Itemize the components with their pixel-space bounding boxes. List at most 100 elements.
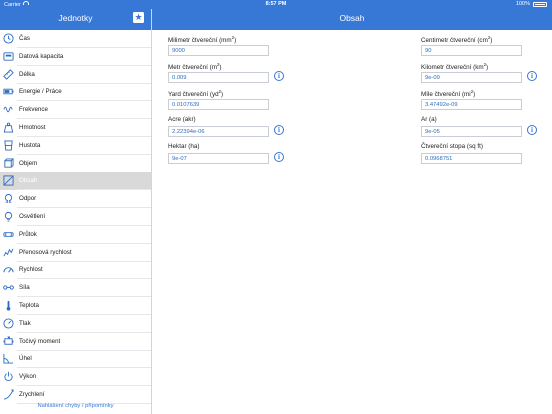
unit-suffix: ) bbox=[219, 64, 222, 72]
sidebar-item[interactable]: Průtok bbox=[0, 226, 151, 244]
unit-suffix: ) bbox=[490, 37, 493, 45]
unit-suffix: ) bbox=[234, 37, 237, 45]
sidebar-item-label: Hmotnost bbox=[19, 124, 46, 131]
battery-icon bbox=[3, 86, 14, 97]
sidebar: Čas Datová kapacita Délka Energie / Práce Fr… bbox=[0, 30, 151, 414]
sidebar-item[interactable]: Hustota bbox=[0, 137, 151, 155]
sidebar-item[interactable]: Teplota bbox=[0, 297, 151, 315]
sidebar-item[interactable]: Datová kapacita bbox=[0, 48, 151, 66]
unit-label: Ar (a) bbox=[421, 116, 437, 123]
sidebar-title: Jednotky bbox=[58, 13, 93, 23]
gauge-icon bbox=[3, 318, 14, 329]
value-input[interactable] bbox=[421, 99, 522, 110]
sidebar-item-label: Průtok bbox=[19, 230, 37, 238]
favorites-star-button[interactable]: ★ bbox=[133, 12, 144, 23]
unit-field: Míle čtvereční (mi2) bbox=[421, 89, 522, 110]
info-icon[interactable]: i bbox=[274, 152, 284, 162]
sidebar-item[interactable]: Úhel bbox=[0, 350, 151, 369]
info-icon[interactable]: i bbox=[274, 125, 284, 135]
unit-field: Čtvereční stopa (sq ft) bbox=[421, 143, 522, 164]
sidebar-item-label: Objem bbox=[19, 159, 38, 167]
sidebar-item[interactable]: Objem bbox=[0, 155, 151, 173]
star-icon: ★ bbox=[134, 12, 143, 22]
feedback-link[interactable]: Nahlášení chyby / připomínky bbox=[0, 403, 151, 409]
unit-suffix: ) bbox=[473, 91, 476, 99]
engine-icon bbox=[3, 336, 14, 347]
sidebar-item[interactable]: Točivý moment bbox=[0, 333, 151, 351]
value-input[interactable] bbox=[168, 126, 269, 137]
sidebar-item[interactable]: Obsah bbox=[0, 172, 151, 191]
sidebar-item[interactable]: Výkon bbox=[0, 368, 151, 387]
unit-name: Hektar (ha) bbox=[168, 143, 200, 150]
info-icon[interactable]: i bbox=[527, 125, 537, 135]
value-input[interactable] bbox=[168, 99, 269, 110]
info-icon[interactable]: i bbox=[527, 71, 537, 81]
pipe-icon bbox=[3, 229, 14, 240]
unit-suffix: ) bbox=[221, 91, 224, 99]
unit-name: Ar (a) bbox=[421, 116, 437, 123]
sidebar-navbar: Jednotky ★ bbox=[0, 9, 151, 30]
sidebar-item[interactable]: Čas bbox=[0, 30, 151, 48]
unit-label: Míle čtvereční (mi2) bbox=[421, 89, 475, 98]
bulb-icon bbox=[3, 211, 14, 222]
unit-name: Yard čtvereční (yd bbox=[168, 91, 219, 99]
split-divider bbox=[151, 9, 152, 414]
ruler-icon bbox=[3, 68, 14, 80]
value-input[interactable] bbox=[168, 153, 269, 164]
sidebar-item-label: Odpor bbox=[19, 195, 37, 203]
status-bar: Carrier 8:57 PM 100% bbox=[0, 0, 552, 9]
unit-field: Kilometr čtvereční (km2) i bbox=[421, 62, 537, 83]
status-time: 8:57 PM bbox=[265, 1, 287, 7]
sidebar-item-label: Síla bbox=[19, 284, 30, 292]
sidebar-item[interactable]: Tlak bbox=[0, 315, 151, 333]
unit-field: Centimetr čtvereční (cm2) bbox=[421, 35, 522, 56]
battery-icon bbox=[533, 2, 547, 7]
unit-label: Hektar (ha) bbox=[168, 143, 200, 150]
sidebar-item-label: Obsah bbox=[19, 177, 38, 185]
unit-label: Acre (akr) bbox=[168, 116, 196, 123]
storage-icon bbox=[3, 51, 14, 62]
sidebar-item[interactable]: Délka bbox=[0, 66, 151, 84]
thermometer-icon bbox=[3, 300, 14, 311]
unit-suffix: ) bbox=[486, 64, 489, 72]
value-input[interactable] bbox=[421, 72, 522, 83]
sidebar-item[interactable]: Osvětlení bbox=[0, 208, 151, 226]
unit-name: Milimetr čtvereční (mm bbox=[168, 37, 232, 45]
unit-label: Yard čtvereční (yd2) bbox=[168, 89, 223, 98]
unit-label: Centimetr čtvereční (cm2) bbox=[421, 35, 492, 44]
sidebar-item[interactable]: Frekvence bbox=[0, 101, 151, 120]
unit-label: Metr čtvereční (m2) bbox=[168, 62, 221, 71]
sidebar-item[interactable]: Síla bbox=[0, 279, 151, 298]
value-input[interactable] bbox=[168, 72, 269, 83]
value-input[interactable] bbox=[421, 126, 522, 137]
sidebar-item[interactable]: Rychlost bbox=[0, 261, 151, 280]
sidebar-item-label: Rychlost bbox=[19, 266, 43, 274]
cube-icon bbox=[3, 158, 14, 169]
unit-field: Acre (akr) i bbox=[168, 116, 284, 137]
sidebar-item[interactable]: Odpor bbox=[0, 190, 151, 209]
value-input[interactable] bbox=[421, 153, 522, 164]
main-navbar: Obsah bbox=[152, 9, 552, 30]
unit-field: Ar (a) i bbox=[421, 116, 537, 137]
sidebar-item-label: Točivý moment bbox=[19, 337, 61, 345]
unit-field: Metr čtvereční (m2) i bbox=[168, 62, 284, 83]
sidebar-item[interactable]: Energie / Práce bbox=[0, 83, 151, 102]
sidebar-item-label: Tlak bbox=[19, 319, 31, 327]
sidebar-item[interactable]: Hmotnost bbox=[0, 119, 151, 137]
unit-name: Čtvereční stopa (sq ft) bbox=[421, 143, 483, 150]
value-input[interactable] bbox=[168, 45, 269, 56]
unit-field: Hektar (ha) i bbox=[168, 143, 284, 164]
value-input[interactable] bbox=[421, 45, 522, 56]
sidebar-item-label: Hustota bbox=[19, 141, 41, 149]
wave-icon bbox=[3, 104, 14, 115]
angle-icon bbox=[3, 353, 14, 364]
info-icon[interactable]: i bbox=[274, 71, 284, 81]
sidebar-item-label: Osvětlení bbox=[19, 213, 46, 220]
weight-icon bbox=[3, 122, 14, 133]
beaker-icon bbox=[3, 140, 14, 151]
sidebar-item-label: Přenosová rychlost bbox=[19, 248, 72, 256]
clock-icon bbox=[3, 33, 14, 44]
sidebar-item[interactable]: Přenosová rychlost bbox=[0, 244, 151, 262]
sidebar-item-label: Teplota bbox=[19, 302, 39, 309]
sidebar-item[interactable]: Zrychlení bbox=[0, 386, 151, 404]
